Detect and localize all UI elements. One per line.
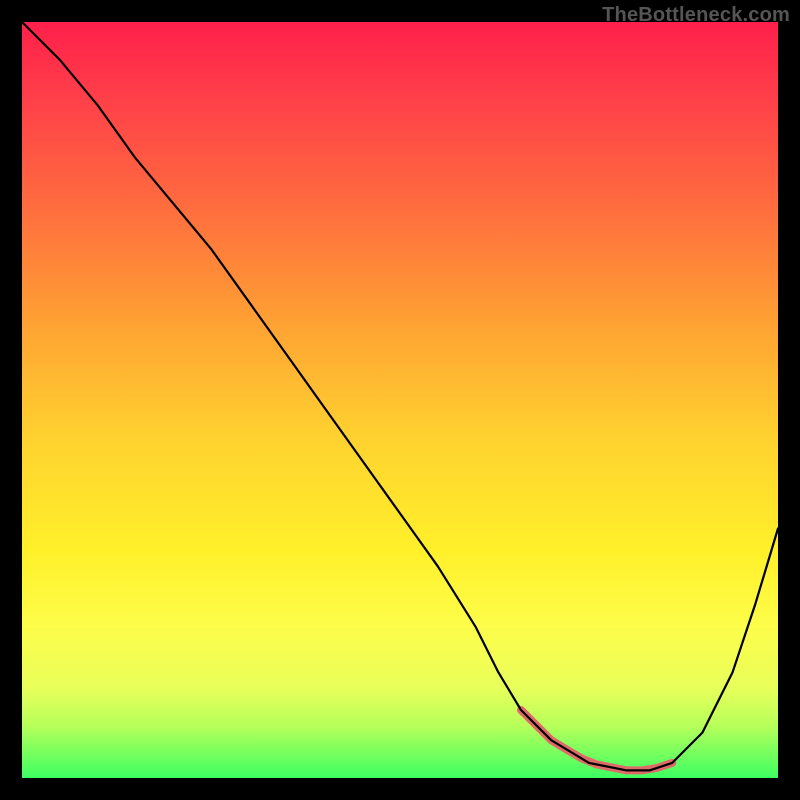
curve-line bbox=[22, 22, 778, 770]
trough-highlight bbox=[521, 710, 672, 770]
plot-boundary bbox=[22, 22, 778, 778]
chart-frame: TheBottleneck.com bbox=[0, 0, 800, 800]
watermark-text: TheBottleneck.com bbox=[602, 4, 790, 27]
bottleneck-curve bbox=[22, 22, 778, 778]
